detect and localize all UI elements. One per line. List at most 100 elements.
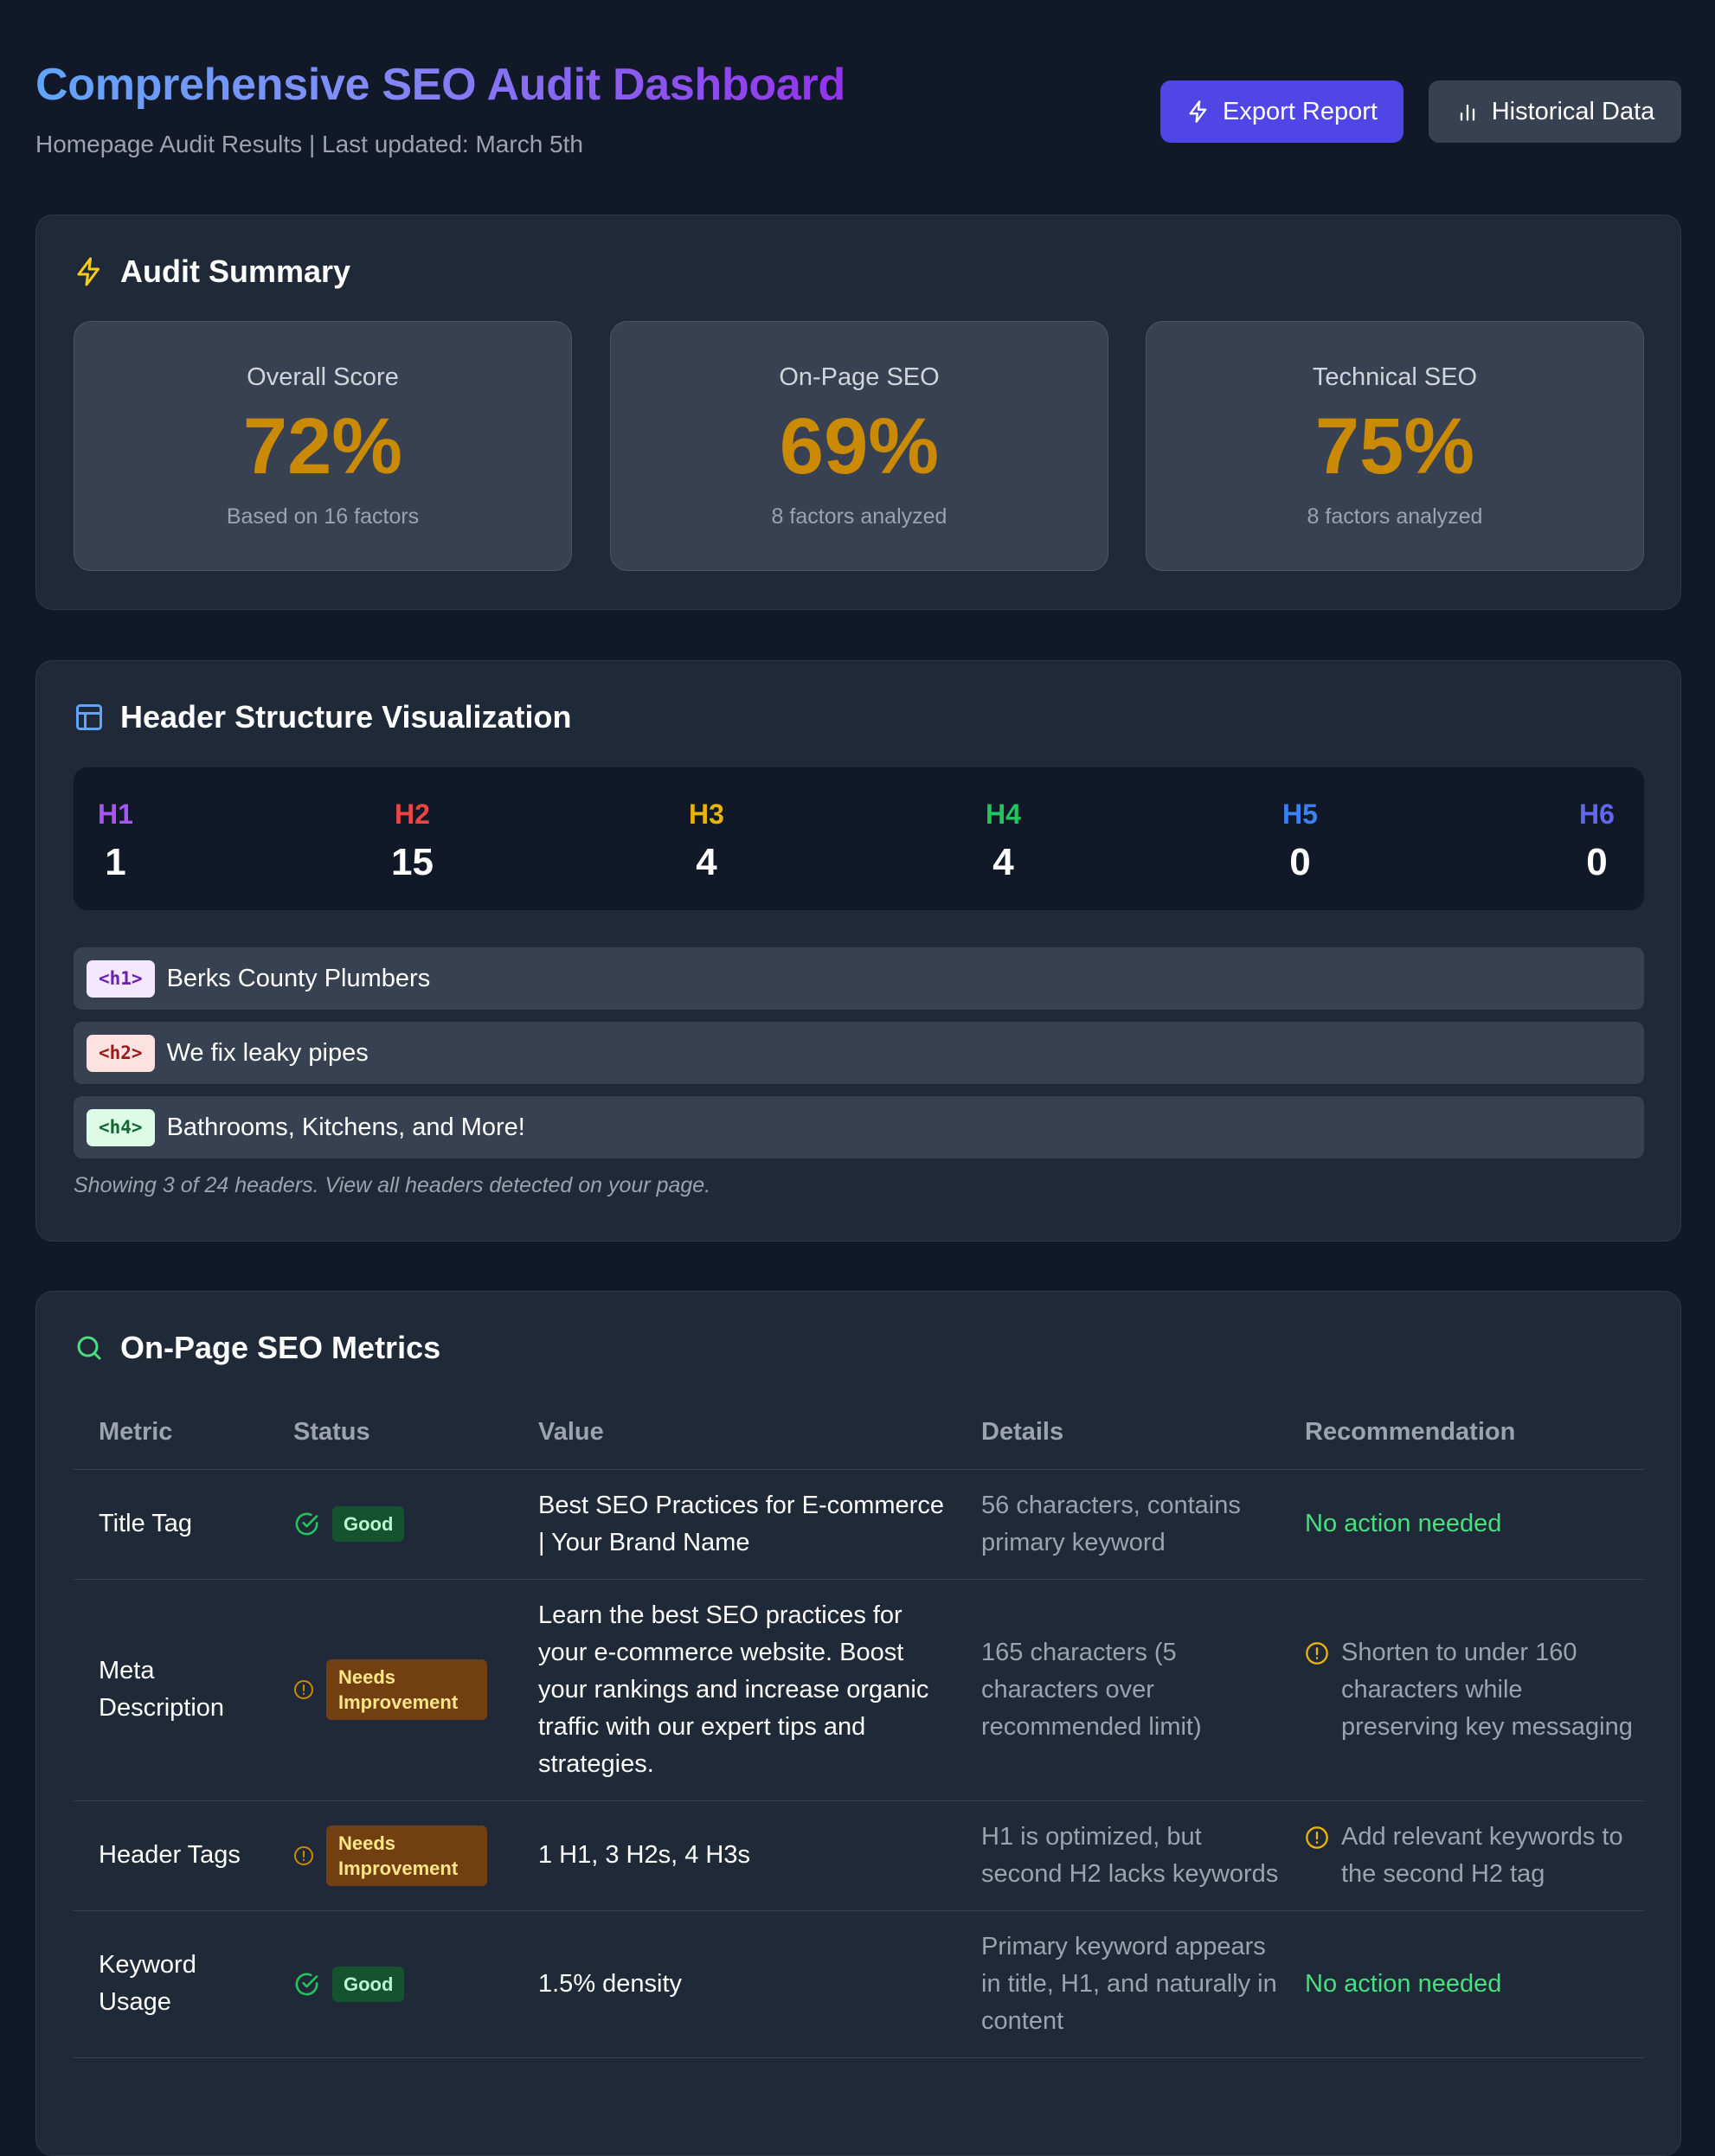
- recommendation: No action needed: [1280, 1910, 1644, 2058]
- technical-seo-score-card: Technical SEO 75% 8 factors analyzed: [1146, 321, 1644, 571]
- header-count-value: 15: [391, 841, 434, 883]
- check-circle-icon: [295, 1973, 318, 1995]
- column-header-recommendation: Recommendation: [1280, 1396, 1644, 1470]
- metric-details: 56 characters, contains primary keyword: [956, 1469, 1280, 1580]
- audit-summary-heading: Audit Summary: [74, 253, 350, 290]
- status-cell: Good: [268, 1469, 513, 1580]
- page-header: Comprehensive SEO Audit Dashboard Homepa…: [35, 0, 1681, 215]
- header-level: H5: [1282, 799, 1318, 830]
- export-report-label: Export Report: [1223, 97, 1378, 125]
- header-structure-heading: Header Structure Visualization: [74, 699, 572, 735]
- metric-value: 1 H1, 3 H2s, 4 H3s: [513, 1800, 956, 1911]
- dashboard-page: Comprehensive SEO Audit Dashboard Homepa…: [35, 0, 1681, 2156]
- header-text: Bathrooms, Kitchens, and More!: [166, 1113, 525, 1141]
- score-value: 69%: [779, 402, 940, 491]
- h6-count: H6 0: [1579, 799, 1615, 884]
- recommendation: Add relevant keywords to the second H2 t…: [1341, 1822, 1623, 1888]
- historical-data-button[interactable]: Historical Data: [1429, 80, 1681, 143]
- status-badge: Good: [332, 1506, 405, 1542]
- historical-data-label: Historical Data: [1491, 97, 1655, 125]
- metric-value: 1.5% density: [513, 1910, 956, 2058]
- status-cell: Good: [268, 1910, 513, 2058]
- layout-icon: [76, 704, 102, 730]
- metric-name: Keyword Usage: [74, 1910, 268, 2058]
- overall-score-card: Overall Score 72% Based on 16 factors: [74, 321, 572, 571]
- header-count-value: 0: [1289, 841, 1311, 883]
- check-circle-icon: [295, 1512, 318, 1536]
- metric-value: Learn the best SEO practices for your e-…: [513, 1579, 956, 1801]
- header-count-value: 1: [105, 841, 126, 883]
- score-subtext: 8 factors analyzed: [1307, 504, 1483, 529]
- metric-details: Primary keyword appears in title, H1, an…: [956, 1910, 1280, 2058]
- alert-circle-icon: [294, 1845, 313, 1865]
- table-row: Title Tag Good Best SEO Practices for E-co…: [74, 1469, 1644, 1580]
- column-header-metric: Metric: [74, 1396, 268, 1470]
- h3-count: H3 4: [689, 799, 724, 884]
- audit-summary-card: Audit Summary Overall Score 72% Based on…: [35, 215, 1681, 610]
- alert-circle-icon: [294, 1680, 313, 1699]
- header-counts-panel: H1 1 H2 15 H3 4 H4 4 H5 0 H6 0: [74, 767, 1644, 910]
- header-level: H2: [395, 799, 430, 830]
- header-structure-title: Header Structure Visualization: [120, 699, 572, 735]
- status-badge: Needs Improvement: [326, 1659, 487, 1720]
- search-icon: [77, 1336, 101, 1360]
- header-text: We fix leaky pipes: [166, 1038, 369, 1067]
- header-level: H1: [98, 799, 133, 830]
- headers-note: Showing 3 of 24 headers. View all header…: [74, 1173, 711, 1197]
- score-label: Overall Score: [247, 363, 399, 391]
- header-list-item: <h4> Bathrooms, Kitchens, and More!: [74, 1096, 1644, 1158]
- header-list-item: <h1> Berks County Plumbers: [74, 947, 1644, 1010]
- metrics-table: Metric Status Value Details Recommendati…: [74, 1396, 1644, 2058]
- table-row: Keyword Usage Good 1.5% density Primary key…: [74, 1910, 1644, 2058]
- export-report-button[interactable]: Export Report: [1160, 80, 1403, 143]
- alert-circle-icon: [1306, 1641, 1328, 1665]
- header-structure-card: Header Structure Visualization H1 1 H2 1…: [35, 660, 1681, 1242]
- page-title: Comprehensive SEO Audit Dashboard: [35, 60, 845, 110]
- metric-name: Title Tag: [74, 1469, 268, 1580]
- metric-details: 165 characters (5 characters over recomm…: [956, 1579, 1280, 1801]
- on-page-metrics-card: On-Page SEO Metrics Metric Status Value …: [35, 1291, 1681, 2156]
- h2-count: H2 15: [391, 799, 434, 884]
- header-tag-badge: <h4>: [87, 1108, 155, 1146]
- table-row: Meta Description Needs Improvement Learn t…: [74, 1579, 1644, 1801]
- column-header-status: Status: [268, 1396, 513, 1470]
- lightning-icon: [77, 257, 100, 286]
- metric-name: Header Tags: [74, 1800, 268, 1911]
- status-badge: Needs Improvement: [326, 1825, 487, 1886]
- alert-circle-icon: [1306, 1826, 1328, 1849]
- score-label: On-Page SEO: [779, 363, 940, 391]
- on-page-seo-score-card: On-Page SEO 69% 8 factors analyzed: [610, 321, 1108, 571]
- score-value: 75%: [1314, 402, 1475, 491]
- score-value: 72%: [242, 402, 403, 491]
- header-count-value: 0: [1586, 841, 1608, 883]
- status-cell: Needs Improvement: [268, 1579, 513, 1801]
- lightning-icon: [1189, 100, 1207, 123]
- h4-count: H4 4: [986, 799, 1021, 884]
- score-subtext: Based on 16 factors: [226, 504, 420, 529]
- on-page-metrics-title: On-Page SEO Metrics: [120, 1330, 441, 1365]
- column-header-value: Value: [513, 1396, 956, 1470]
- recommendation: No action needed: [1280, 1469, 1644, 1580]
- on-page-metrics-heading: On-Page SEO Metrics: [74, 1330, 440, 1366]
- recommendation-cell: Add relevant keywords to the second H2 t…: [1280, 1800, 1644, 1911]
- header-level: H3: [689, 799, 724, 830]
- table-row: Header Tags Needs Improvement 1 H1, 3 H2s,…: [74, 1800, 1644, 1911]
- header-level: H4: [986, 799, 1021, 830]
- column-header-details: Details: [956, 1396, 1280, 1470]
- header-tag-badge: <h1>: [87, 959, 155, 998]
- recommendation-cell: Shorten to under 160 characters while pr…: [1280, 1579, 1644, 1801]
- header-tag-badge: <h2>: [87, 1034, 155, 1072]
- status-cell: Needs Improvement: [268, 1800, 513, 1911]
- metric-value: Best SEO Practices for E-commerce | Your…: [513, 1469, 956, 1580]
- audit-summary-title: Audit Summary: [120, 253, 351, 289]
- h5-count: H5 0: [1282, 799, 1318, 884]
- header-count-value: 4: [696, 841, 717, 883]
- metric-name: Meta Description: [74, 1579, 268, 1801]
- score-label: Technical SEO: [1312, 363, 1478, 391]
- recommendation: Shorten to under 160 characters while pr…: [1341, 1638, 1633, 1741]
- score-subtext: 8 factors analyzed: [771, 504, 947, 529]
- table-header-row: Metric Status Value Details Recommendati…: [74, 1396, 1644, 1470]
- status-badge: Good: [332, 1966, 405, 2002]
- page-subtitle: Homepage Audit Results | Last updated: M…: [35, 131, 583, 157]
- header-level: H6: [1579, 799, 1615, 830]
